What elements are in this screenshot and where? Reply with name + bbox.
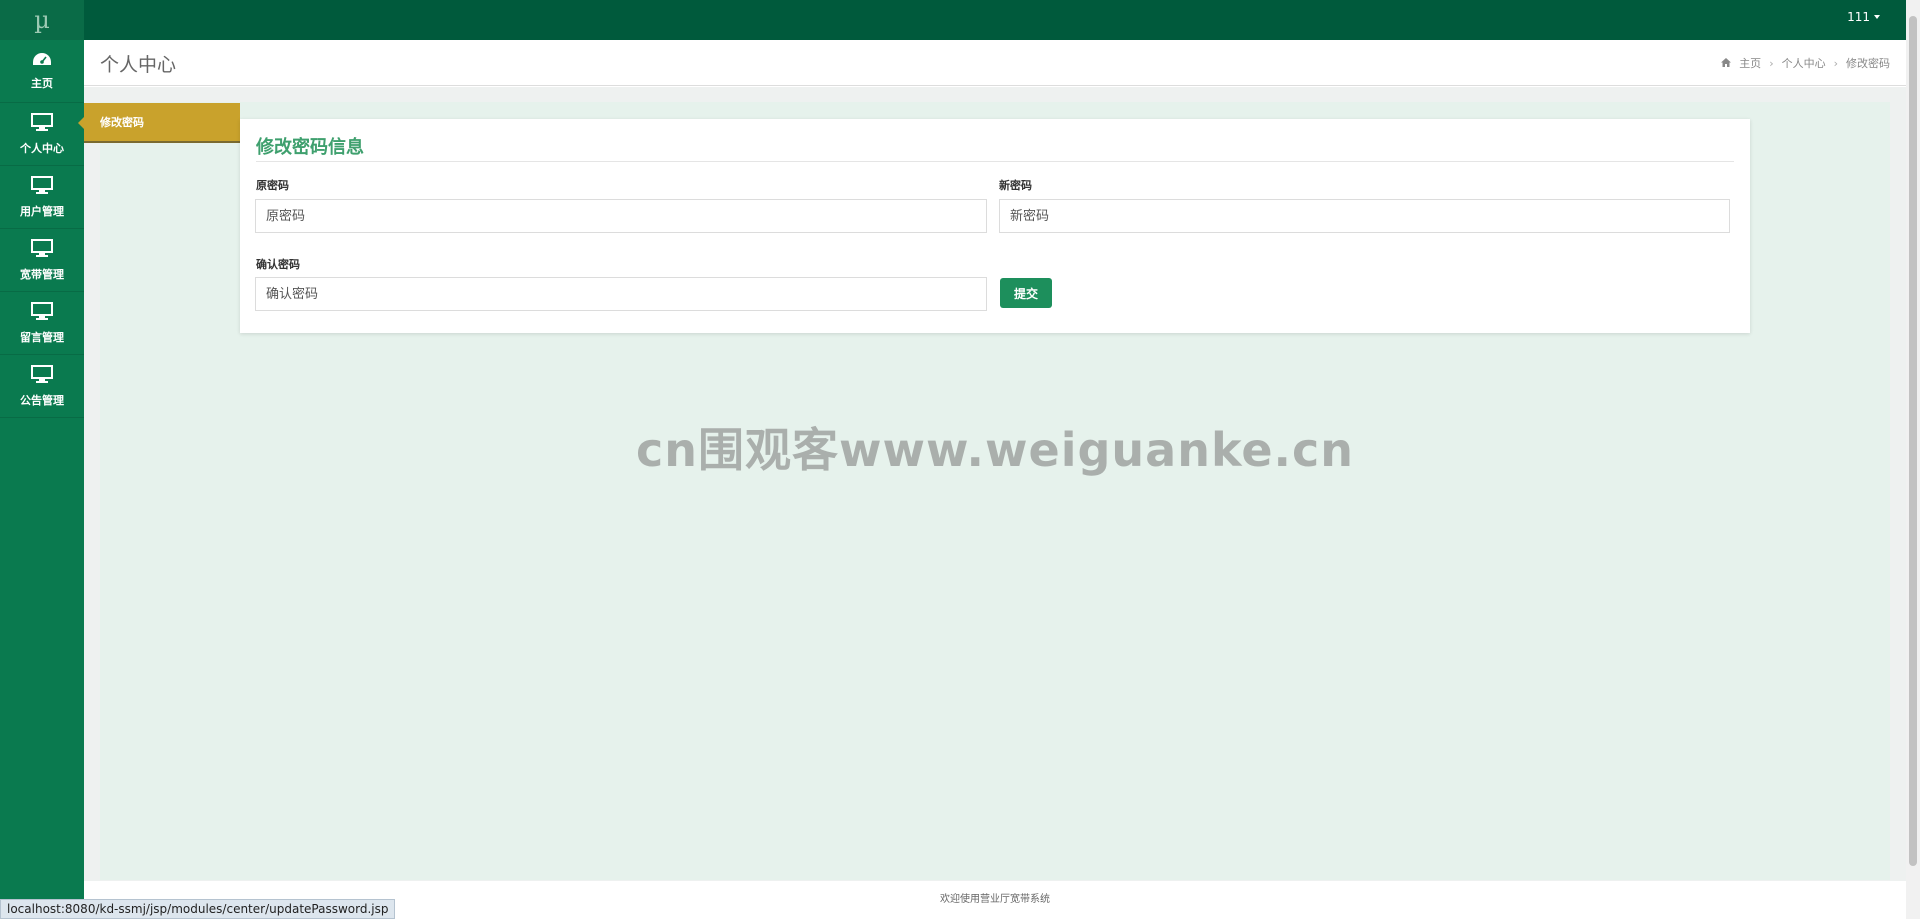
confirm-password-input[interactable]: [255, 277, 987, 311]
sidebar-item-label: 留言管理: [20, 330, 64, 344]
sidebar-item-home[interactable]: 主页: [0, 40, 84, 103]
sidebar-item-notice-management[interactable]: 公告管理: [0, 355, 84, 418]
form-title: 修改密码信息: [256, 137, 364, 158]
app-logo[interactable]: µ: [0, 0, 84, 40]
user-name: 111: [1847, 10, 1870, 24]
page-title: 个人中心: [100, 54, 177, 76]
breadcrumb-current: 修改密码: [1846, 57, 1890, 70]
sidebar-item-broadband-management[interactable]: 宽带管理: [0, 229, 84, 292]
monitor-icon: [31, 301, 53, 323]
chevron-right-icon: ›: [1769, 56, 1774, 70]
watermark: cn围观客www.weiguanke.cn: [636, 423, 1355, 477]
sidebar: 主页 个人中心 用户管理 宽带管理 留言管理 公告管理: [0, 40, 84, 919]
user-dropdown[interactable]: 111: [1847, 10, 1880, 24]
monitor-icon: [31, 364, 53, 386]
sidebar-item-label: 个人中心: [20, 141, 64, 155]
page-header: 个人中心 主页 › 个人中心 › 修改密码: [84, 40, 1906, 86]
old-password-input[interactable]: [255, 199, 987, 233]
old-password-label: 原密码: [256, 179, 289, 192]
submenu-item-change-password[interactable]: 修改密码: [84, 103, 240, 143]
breadcrumb: 主页 › 个人中心 › 修改密码: [1721, 55, 1890, 71]
dashboard-icon: [32, 52, 52, 69]
home-icon: [1721, 57, 1732, 70]
submit-button[interactable]: 提交: [1000, 278, 1052, 308]
sidebar-item-message-management[interactable]: 留言管理: [0, 292, 84, 355]
confirm-password-label: 确认密码: [256, 258, 300, 271]
sidebar-item-label: 公告管理: [20, 393, 64, 407]
monitor-icon: [31, 112, 53, 134]
sidebar-item-label: 宽带管理: [20, 267, 64, 281]
sidebar-item-user-management[interactable]: 用户管理: [0, 166, 84, 229]
chevron-right-icon: ›: [1833, 56, 1838, 70]
monitor-icon: [31, 238, 53, 260]
breadcrumb-personal-center[interactable]: 个人中心: [1782, 55, 1826, 71]
monitor-icon: [31, 175, 53, 197]
sidebar-item-personal-center[interactable]: 个人中心: [0, 103, 84, 166]
divider: [256, 161, 1734, 162]
change-password-card: 修改密码信息 原密码 新密码 确认密码 提交: [240, 119, 1750, 333]
top-navbar: µ 111: [0, 0, 1920, 40]
scrollbar-thumb[interactable]: [1909, 16, 1917, 866]
sidebar-item-label: 用户管理: [20, 204, 64, 218]
status-bar-url: localhost:8080/kd-ssmj/jsp/modules/cente…: [0, 899, 396, 919]
new-password-label: 新密码: [999, 179, 1032, 192]
breadcrumb-home[interactable]: 主页: [1739, 55, 1761, 71]
sidebar-item-label: 主页: [31, 76, 53, 90]
caret-down-icon: [1874, 15, 1880, 19]
vertical-scrollbar[interactable]: [1906, 0, 1920, 919]
new-password-input[interactable]: [999, 199, 1730, 233]
